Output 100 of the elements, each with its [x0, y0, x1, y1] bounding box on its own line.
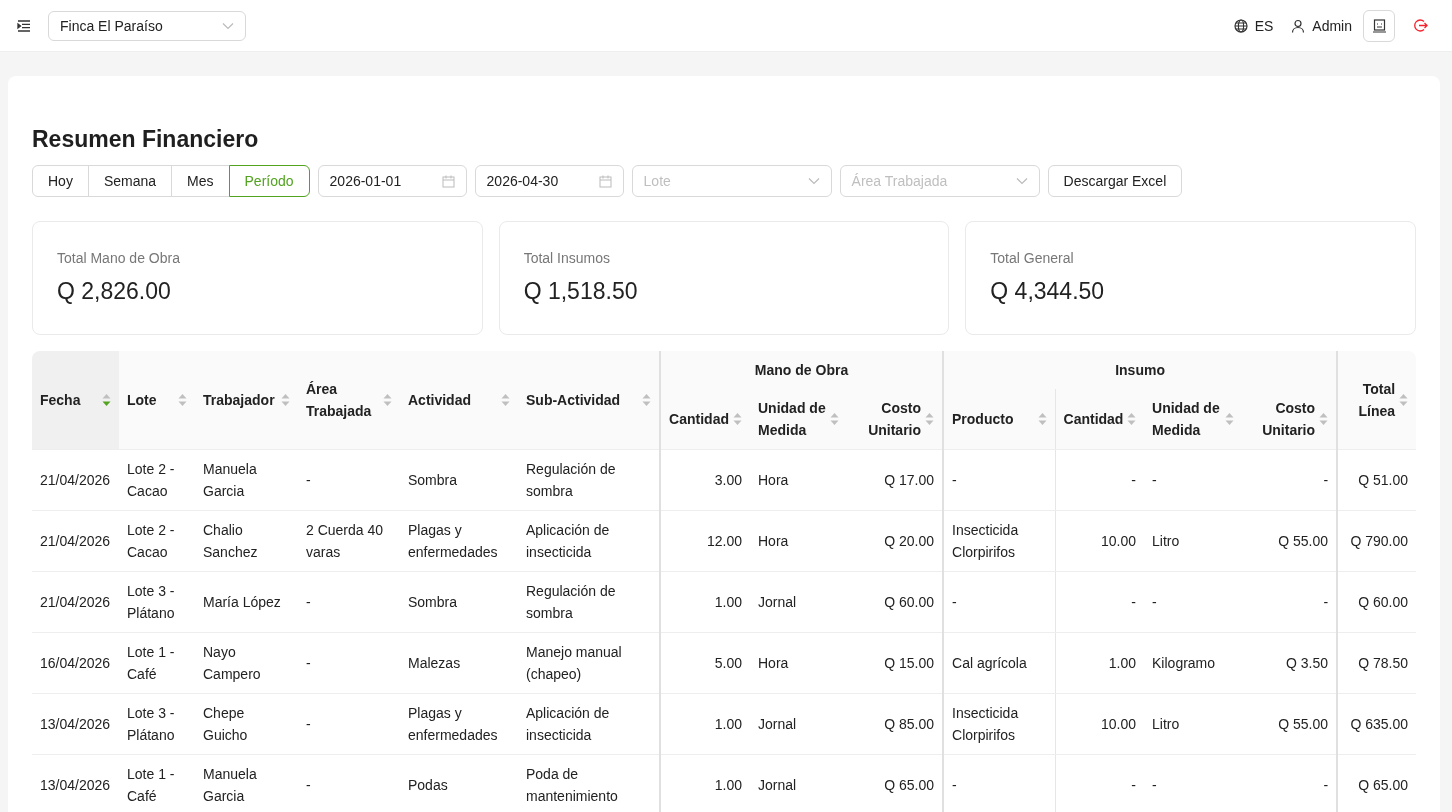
chevron-down-icon [222, 21, 234, 30]
column-title: Producto [952, 410, 1014, 429]
column-header[interactable]: Producto [943, 389, 1056, 450]
column-header[interactable]: Costo Unitario [847, 389, 944, 450]
table-cell: Hora [750, 449, 847, 511]
period-tab[interactable]: Mes [171, 165, 230, 197]
table-cell: 16/04/2026 [32, 632, 119, 694]
language-label[interactable]: ES [1254, 17, 1274, 34]
table-cell: 21/04/2026 [32, 510, 119, 572]
table-cell: 1.00 [660, 571, 750, 633]
period-tab[interactable]: Hoy [32, 165, 89, 197]
column-header[interactable]: Sub-Actividad [518, 351, 660, 450]
table-cell: Q 65.00 [847, 754, 944, 812]
farm-select[interactable]: Finca El Paraíso [48, 10, 246, 41]
column-title: Lote [127, 391, 157, 410]
table-cell: - [1144, 754, 1243, 812]
date-field[interactable]: 2026-04-30 [474, 165, 624, 197]
group-header: Insumo [943, 351, 1338, 389]
table-cell: Plagas y enfermedades [400, 510, 518, 572]
table-cell: 13/04/2026 [32, 693, 119, 755]
table-cell: - [298, 632, 400, 694]
download-excel-button[interactable]: Descargar Excel [1047, 165, 1183, 197]
column-title: Unidad de Medida [758, 399, 826, 440]
table-cell: Q 85.00 [847, 693, 944, 755]
table-cell: Manuela Garcia [195, 754, 298, 812]
kiosk-button[interactable] [1363, 9, 1395, 42]
group-header: Mano de Obra [660, 351, 944, 389]
globe-icon[interactable] [1233, 18, 1248, 33]
table-cell: - [1055, 571, 1145, 633]
table-cell: Litro [1144, 693, 1243, 755]
table-cell: 21/04/2026 [32, 449, 119, 511]
summary-value: Q 4,344.50 [990, 278, 1106, 305]
table-cell: - [1242, 754, 1338, 812]
table-cell: - [1144, 449, 1243, 511]
column-header[interactable]: Cantidad [1055, 389, 1145, 450]
table-cell: - [298, 449, 400, 511]
table-cell: Q 65.00 [1337, 754, 1417, 812]
user-name[interactable]: Admin [1312, 17, 1352, 34]
column-title: Costo Unitario [1261, 399, 1316, 440]
logout-icon[interactable] [1413, 18, 1428, 33]
column-title: Unidad de Medida [1152, 399, 1221, 440]
column-header[interactable]: Unidad de Medida [1144, 389, 1243, 450]
column-title: Área Trabajada [306, 380, 373, 421]
table-cell: - [1242, 449, 1338, 511]
table-cell: - [943, 754, 1056, 812]
table-cell: 21/04/2026 [32, 571, 119, 633]
monitor-icon [1372, 18, 1386, 33]
table-cell: Q 55.00 [1242, 510, 1338, 572]
table-cell: Lote 2 - Cacao [119, 449, 195, 511]
calendar-icon [598, 174, 612, 188]
table-cell: 10.00 [1055, 510, 1145, 572]
column-header[interactable]: Costo Unitario [1242, 389, 1338, 450]
summary-value: Q 1,518.50 [523, 278, 639, 305]
table-cell: Hora [750, 510, 847, 572]
table-cell: Aplicación de insecticida [518, 510, 660, 572]
table-cell: - [298, 571, 400, 633]
table-cell: Chalio Sanchez [195, 510, 298, 572]
menu-icon[interactable] [17, 19, 31, 32]
table-cell: Lote 2 - Cacao [119, 510, 195, 572]
column-title: Cantidad [669, 410, 729, 429]
user-icon[interactable] [1291, 18, 1306, 33]
column-header[interactable]: Actividad [400, 351, 518, 450]
table-cell: Poda de mantenimiento [518, 754, 660, 812]
table-cell: - [298, 693, 400, 755]
table-cell: Q 60.00 [1337, 571, 1417, 633]
table-cell: Q 15.00 [847, 632, 944, 694]
table-cell: Regulación de sombra [518, 449, 660, 511]
column-header[interactable]: Fecha [32, 351, 119, 450]
table-cell: - [943, 571, 1056, 633]
summary-label: Total Insumos [523, 250, 612, 266]
page-title: Resumen Financiero [32, 126, 260, 153]
table-cell: Aplicación de insecticida [518, 693, 660, 755]
column-header[interactable]: Lote [119, 351, 195, 450]
column-header[interactable]: Área Trabajada [298, 351, 400, 450]
column-header[interactable]: Trabajador [195, 351, 298, 450]
table-cell: 5.00 [660, 632, 750, 694]
calendar-icon [441, 174, 455, 188]
table-cell: - [1055, 449, 1145, 511]
table-cell: 1.00 [660, 693, 750, 755]
table-cell: 1.00 [1055, 632, 1145, 694]
table-cell: Plagas y enfermedades [400, 693, 518, 755]
summary-label: Total General [990, 250, 1075, 266]
date-field[interactable]: 2026-01-01 [317, 165, 467, 197]
table-cell: - [1055, 754, 1145, 812]
table-cell: - [943, 449, 1056, 511]
column-title: Cantidad [1063, 410, 1124, 429]
table-cell: Insecticida Clorpirifos [943, 693, 1056, 755]
summary-value: Q 2,826.00 [57, 278, 172, 305]
table-cell: Q 55.00 [1242, 693, 1338, 755]
column-header[interactable]: Unidad de Medida [750, 389, 847, 450]
table-cell: 1.00 [660, 754, 750, 812]
table-cell: Regulación de sombra [518, 571, 660, 633]
column-header[interactable]: Cantidad [660, 389, 750, 450]
table-cell: Jornal [750, 693, 847, 755]
column-title: Fecha [40, 391, 81, 410]
period-tab[interactable]: Semana [87, 165, 173, 197]
table-cell: Nayo Campero [195, 632, 298, 694]
table-cell: Hora [750, 632, 847, 694]
column-title: Costo Unitario [867, 399, 922, 440]
column-header[interactable]: Total Línea [1337, 351, 1417, 450]
